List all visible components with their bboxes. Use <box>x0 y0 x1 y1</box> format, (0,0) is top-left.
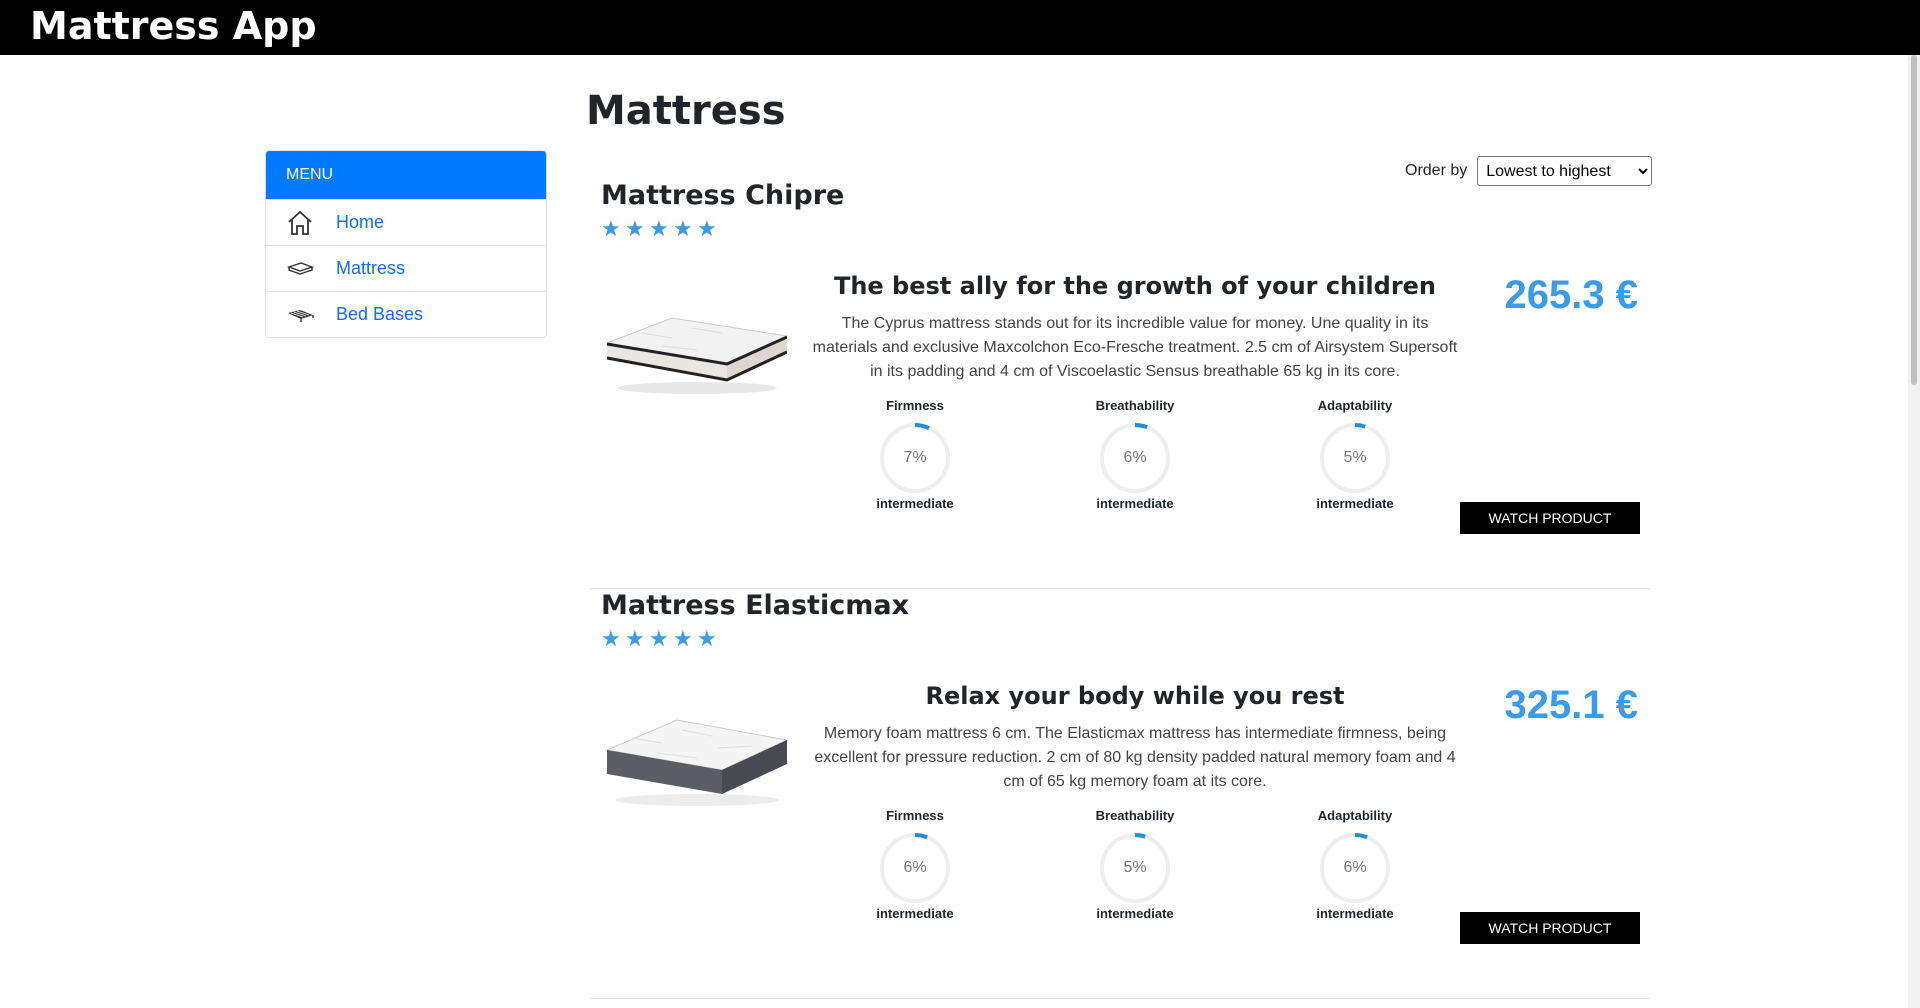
gauge-label: Firmness <box>886 398 944 413</box>
gauge-breathability: Breathability 6% intermediate <box>1070 398 1200 511</box>
page-title: Mattress <box>586 88 786 134</box>
product-description: The Cyprus mattress stands out for its i… <box>812 315 1458 380</box>
product-description: Memory foam mattress 6 cm. The Elasticma… <box>814 725 1456 790</box>
product-card: Mattress Elasticmax ★ ★ ★ ★ ★ Relax your… <box>590 588 1650 999</box>
gauge-level: intermediate <box>1316 906 1394 921</box>
scrollbar[interactable] <box>1908 55 1920 1008</box>
gauge-value: 6% <box>903 859 927 876</box>
gauge-ring: 5% <box>1099 832 1171 904</box>
gauge-level: intermediate <box>876 906 954 921</box>
sidebar-menu: MENU Home Mattress Bed Bases <box>265 150 547 338</box>
gauge-adaptability: Adaptability 6% intermediate <box>1290 808 1420 921</box>
star-icon: ★ <box>625 216 645 241</box>
star-icon: ★ <box>625 626 645 651</box>
gauge-level: intermediate <box>1096 906 1174 921</box>
gauge-breathability: Breathability 5% intermediate <box>1070 808 1200 921</box>
sidebar-item-label: Home <box>336 212 385 232</box>
star-icon: ★ <box>649 626 669 651</box>
star-icon: ★ <box>649 216 669 241</box>
sidebar-item-bed-bases[interactable]: Bed Bases <box>266 291 546 337</box>
star-icon: ★ <box>601 626 621 651</box>
sidebar-item-label: Bed Bases <box>336 304 424 324</box>
gauge-firmness: Firmness 6% intermediate <box>850 808 980 921</box>
product-name: Mattress Elasticmax <box>601 590 909 621</box>
gauge-value: 5% <box>1343 449 1367 466</box>
watch-product-button[interactable]: WATCH PRODUCT <box>1460 502 1640 534</box>
sidebar-item-home[interactable]: Home <box>266 199 546 245</box>
star-icon: ★ <box>601 216 621 241</box>
gauge-level: intermediate <box>1096 496 1174 511</box>
gauge-label: Breathability <box>1095 398 1175 413</box>
gauge-value: 7% <box>903 449 927 466</box>
gauge-firmness: Firmness 7% intermediate <box>850 398 980 511</box>
gauge-adaptability: Adaptability 5% intermediate <box>1290 398 1420 511</box>
product-card: Mattress Chipre ★ ★ ★ ★ ★ The best ally … <box>590 178 1650 589</box>
gauge-ring: 6% <box>1099 422 1171 494</box>
star-icon: ★ <box>673 626 693 651</box>
top-navbar: Mattress App <box>0 0 1920 55</box>
product-subtitle: Relax your body while you rest <box>925 682 1345 710</box>
app-title: Mattress App <box>30 4 317 48</box>
gauge-ring: 6% <box>1319 832 1391 904</box>
product-price: 325.1 € <box>1504 683 1638 727</box>
gauge-level: intermediate <box>1316 496 1394 511</box>
product-image[interactable] <box>602 698 789 813</box>
gauge-value: 6% <box>1123 449 1147 466</box>
gauge-ring: 7% <box>879 422 951 494</box>
gauge-ring: 6% <box>879 832 951 904</box>
star-icon: ★ <box>673 216 693 241</box>
gauge-ring: 5% <box>1319 422 1391 494</box>
product-name: Mattress Chipre <box>601 180 845 211</box>
star-icon: ★ <box>697 216 717 241</box>
scrollbar-thumb[interactable] <box>1911 55 1917 385</box>
product-price: 265.3 € <box>1504 273 1638 317</box>
home-icon <box>286 209 314 237</box>
bed-base-icon <box>286 301 314 329</box>
sidebar-item-label: Mattress <box>336 258 406 278</box>
star-icon: ★ <box>697 626 717 651</box>
gauge-level: intermediate <box>876 496 954 511</box>
mattress-icon <box>286 255 314 283</box>
sidebar-item-mattress[interactable]: Mattress <box>266 245 546 291</box>
rating-stars: ★ ★ ★ ★ ★ <box>601 626 721 652</box>
gauge-value: 6% <box>1343 859 1367 876</box>
gauge-label: Adaptability <box>1317 398 1393 413</box>
product-subtitle: The best ally for the growth of your chi… <box>833 272 1437 300</box>
menu-header: MENU <box>266 151 546 199</box>
gauge-label: Firmness <box>886 808 944 823</box>
gauge-label: Breathability <box>1095 808 1175 823</box>
rating-stars: ★ ★ ★ ★ ★ <box>601 216 721 242</box>
gauge-value: 5% <box>1123 859 1147 876</box>
watch-product-button[interactable]: WATCH PRODUCT <box>1460 912 1640 944</box>
gauge-label: Adaptability <box>1317 808 1393 823</box>
product-image[interactable] <box>602 288 789 403</box>
